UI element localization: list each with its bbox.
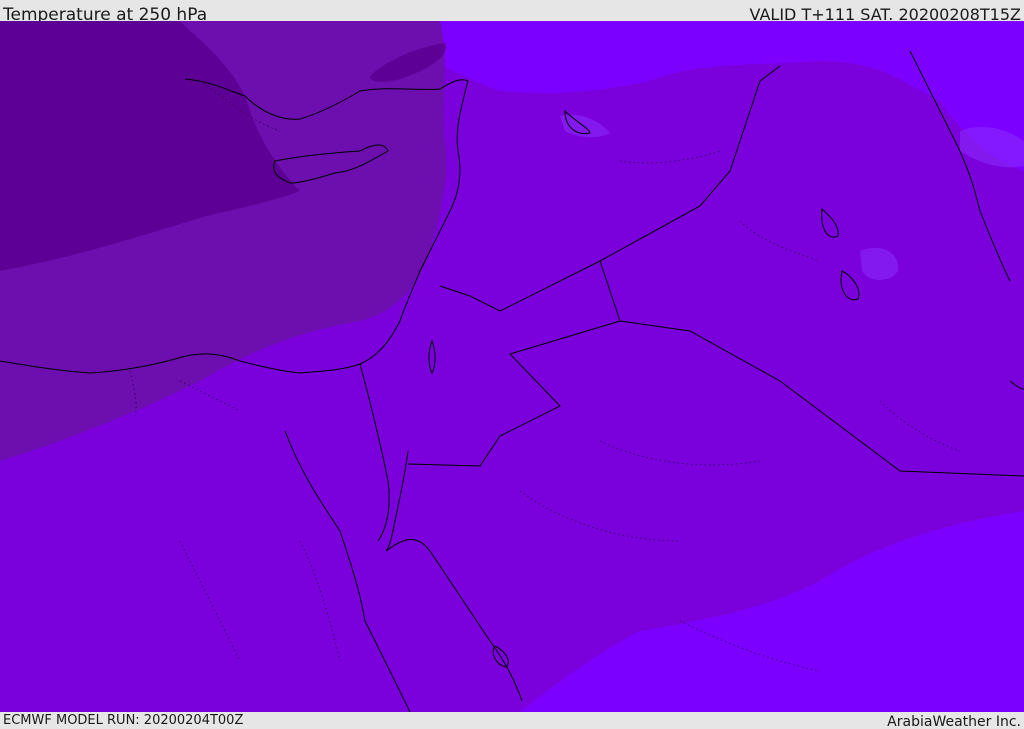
map-canvas bbox=[0, 21, 1024, 712]
temperature-map bbox=[0, 21, 1024, 712]
weather-map-page: Temperature at 250 hPa VALID T+111 SAT. … bbox=[0, 0, 1024, 729]
credit-label: ArabiaWeather Inc. bbox=[887, 714, 1021, 729]
footer-bar: ECMWF MODEL RUN: 20200204T00Z ArabiaWeat… bbox=[0, 712, 1024, 729]
model-run-label: ECMWF MODEL RUN: 20200204T00Z bbox=[3, 713, 244, 728]
header-bar: Temperature at 250 hPa VALID T+111 SAT. … bbox=[0, 0, 1024, 25]
